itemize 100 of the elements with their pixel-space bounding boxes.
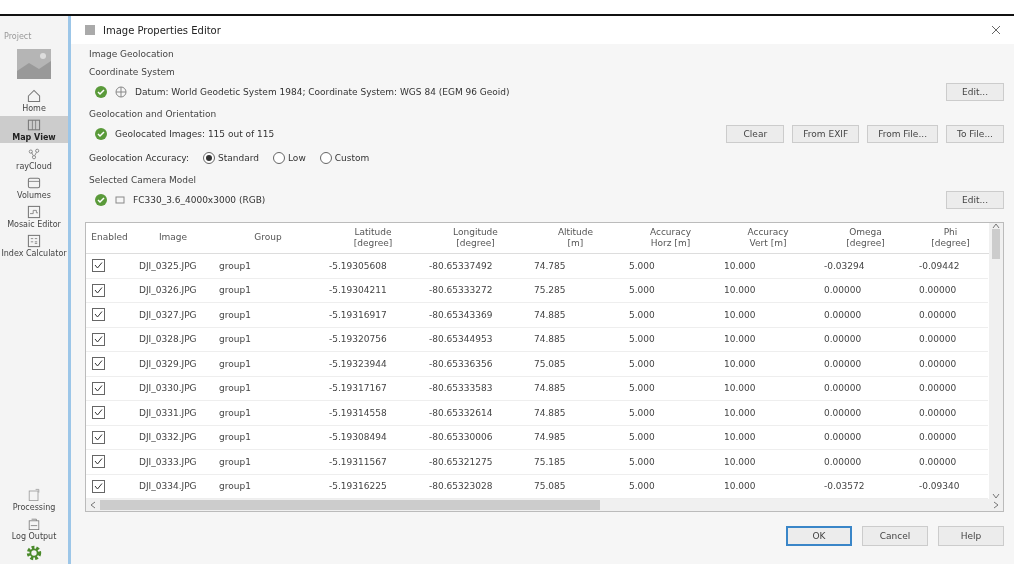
table-cell: 75.085 <box>534 481 566 492</box>
sidebar-item[interactable]: Index Calculator <box>0 232 68 259</box>
table-cell: DJI_0331.JPG <box>139 407 197 418</box>
table-cell: 10.000 <box>724 260 756 271</box>
table-cell: DJI_0329.JPG <box>139 358 197 369</box>
sidebar-item[interactable]: rayCloud <box>0 145 68 172</box>
table-cell: 0.00000 <box>824 285 862 296</box>
project-label: Project <box>4 32 32 41</box>
table-cell: 75.185 <box>534 456 566 467</box>
table-cell: -80.65321275 <box>429 456 493 467</box>
column-header[interactable]: Phi [degree] <box>913 223 988 253</box>
table-cell: -5.19317167 <box>329 383 387 394</box>
table-cell: group1 <box>219 383 251 394</box>
table-cell: 0.00000 <box>919 407 957 418</box>
table-cell: DJI_0332.JPG <box>139 432 197 443</box>
column-header[interactable]: Image <box>133 223 213 253</box>
table-cell: -80.65333583 <box>429 383 493 394</box>
geolocation-button[interactable]: Clear <box>726 125 785 143</box>
table-cell: DJI_0326.JPG <box>139 285 197 296</box>
table-cell: 0.00000 <box>919 432 957 443</box>
table-cell: 0.00000 <box>824 383 862 394</box>
table-cell: 10.000 <box>724 285 756 296</box>
column-header[interactable]: Latitude [degree] <box>323 223 423 253</box>
table-cell: -80.65343369 <box>429 309 493 320</box>
geolocation-button[interactable]: From EXIF <box>792 125 860 143</box>
table-cell: group1 <box>219 456 251 467</box>
dialog-button[interactable]: Cancel <box>862 526 928 546</box>
dialog-button[interactable]: Help <box>938 526 1004 546</box>
accuracy-radio[interactable]: Custom <box>319 152 370 164</box>
table-cell: -5.19316917 <box>329 309 387 320</box>
table-cell: 0.00000 <box>824 334 862 345</box>
coordinate-system-text: Datum: World Geodetic System 1984; Coordinate System: WGS 84 (EGM 96 Geoid) <box>135 87 510 97</box>
table-cell: -5.19305608 <box>329 260 387 271</box>
table-cell: 10.000 <box>724 481 756 492</box>
table-cell: 0.00000 <box>824 358 862 369</box>
geolocation-button[interactable]: To File... <box>946 125 1004 143</box>
section-heading: Geolocation and Orientation <box>88 108 218 121</box>
table-cell: 0.00000 <box>919 358 957 369</box>
table-cell: DJI_0328.JPG <box>139 334 197 345</box>
table-cell: 0.00000 <box>919 383 957 394</box>
column-header[interactable]: Group <box>213 223 323 253</box>
table-cell: 74.885 <box>534 383 566 394</box>
table-cell: -80.65336356 <box>429 358 493 369</box>
table-cell: 0.00000 <box>919 334 957 345</box>
camera-model-text: FC330_3.6_4000x3000 (RGB) <box>133 195 266 205</box>
table-cell: -5.19314558 <box>329 407 387 418</box>
column-header[interactable]: Longitude [degree] <box>423 223 528 253</box>
section-heading: Selected Camera Model <box>88 174 198 187</box>
table-cell: DJI_0327.JPG <box>139 309 197 320</box>
table-cell: group1 <box>219 334 251 345</box>
table-cell: 10.000 <box>724 432 756 443</box>
table-cell: 0.00000 <box>919 309 957 320</box>
table-cell: group1 <box>219 481 251 492</box>
table-cell: 74.885 <box>534 309 566 320</box>
column-header[interactable]: Accuracy Horz [m] <box>623 223 718 253</box>
table-cell: 75.285 <box>534 285 566 296</box>
table-cell: 0.00000 <box>824 407 862 418</box>
column-header[interactable]: Altitude [m] <box>528 223 623 253</box>
table-cell: -5.19304211 <box>329 285 387 296</box>
table-cell: 74.785 <box>534 260 566 271</box>
column-header[interactable]: Accuracy Vert [m] <box>718 223 818 253</box>
table-cell: -80.65333272 <box>429 285 493 296</box>
geolocated-images-text: Geolocated Images: 115 out of 115 <box>115 129 275 139</box>
sidebar-item[interactable]: Log Output <box>0 515 68 542</box>
sidebar-item[interactable]: Volumes <box>0 174 68 201</box>
table-cell: 10.000 <box>724 309 756 320</box>
column-header[interactable]: Enabled <box>86 223 133 253</box>
table-cell: -80.65332614 <box>429 407 493 418</box>
table-cell: group1 <box>219 260 251 271</box>
sidebar-item[interactable]: Map View <box>0 116 68 143</box>
table-cell: -5.19320756 <box>329 334 387 345</box>
column-header[interactable]: Omega [degree] <box>818 223 913 253</box>
table-cell: 5.000 <box>629 407 655 418</box>
table-cell: 0.00000 <box>919 456 957 467</box>
table-cell: 10.000 <box>724 407 756 418</box>
window-title: Image Properties Editor <box>103 24 221 36</box>
accuracy-radio[interactable]: Standard <box>203 152 259 164</box>
accuracy-radio[interactable]: Low <box>273 152 306 164</box>
table-cell: -5.19308494 <box>329 432 387 443</box>
table-cell: 10.000 <box>724 334 756 345</box>
geolocation-button[interactable]: From File... <box>867 125 938 143</box>
edit-button[interactable]: Edit... <box>946 191 1004 209</box>
table-cell: 5.000 <box>629 260 655 271</box>
table-cell: 74.885 <box>534 334 566 345</box>
dialog-button[interactable]: OK <box>786 526 852 546</box>
edit-button[interactable]: Edit... <box>946 83 1004 101</box>
accuracy-label: Geolocation Accuracy: <box>89 153 190 163</box>
sidebar-item[interactable]: Mosaic Editor <box>0 203 68 230</box>
table-cell: DJI_0333.JPG <box>139 456 197 467</box>
table-cell: 10.000 <box>724 358 756 369</box>
table-cell: 5.000 <box>629 285 655 296</box>
sidebar-item[interactable]: Processing <box>0 486 68 513</box>
table-cell: group1 <box>219 309 251 320</box>
table-cell: 75.085 <box>534 358 566 369</box>
table-cell: group1 <box>219 432 251 443</box>
table-cell: 5.000 <box>629 334 655 345</box>
section-heading: Coordinate System <box>88 66 176 79</box>
sidebar-item[interactable]: Home <box>0 87 68 114</box>
table-cell: -5.19316225 <box>329 481 387 492</box>
table-cell: 5.000 <box>629 383 655 394</box>
